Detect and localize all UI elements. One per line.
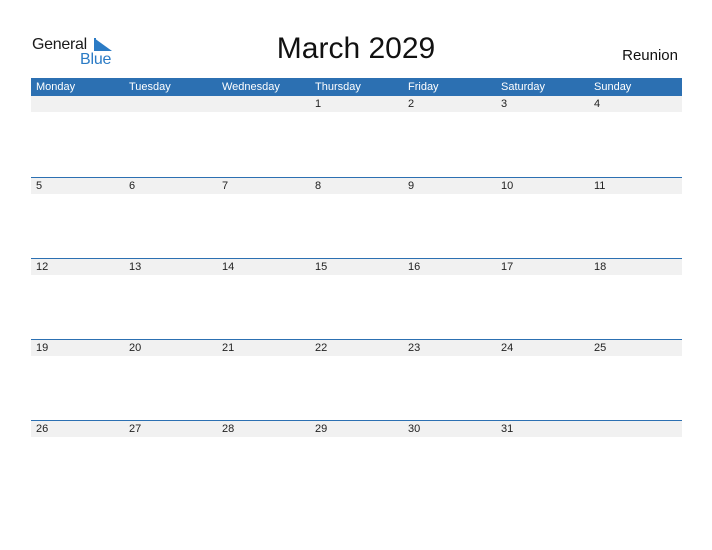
day-cell: 4 bbox=[594, 98, 601, 110]
day-cell: 22 bbox=[315, 342, 328, 354]
day-cell: 24 bbox=[501, 342, 514, 354]
day-cell: 8 bbox=[315, 180, 322, 192]
weekday-header: Monday Tuesday Wednesday Thursday Friday… bbox=[31, 78, 682, 96]
weekday-friday: Friday bbox=[408, 81, 439, 93]
country-label: Reunion bbox=[622, 47, 678, 64]
week-row: 5 6 7 8 9 10 11 bbox=[31, 177, 682, 258]
day-cell: 14 bbox=[222, 261, 235, 273]
day-cell: 29 bbox=[315, 423, 328, 435]
day-number-row: 26 27 28 29 30 31 bbox=[31, 421, 682, 437]
day-number-row: 12 13 14 15 16 17 18 bbox=[31, 259, 682, 275]
day-cell: 6 bbox=[129, 180, 136, 192]
day-cell bbox=[124, 96, 217, 112]
day-cell: 3 bbox=[501, 98, 508, 110]
week-row: 1 2 3 4 bbox=[31, 96, 682, 177]
day-cell: 13 bbox=[129, 261, 142, 273]
week-row: 12 13 14 15 16 17 18 bbox=[31, 258, 682, 339]
day-cell: 23 bbox=[408, 342, 421, 354]
day-cell: 30 bbox=[408, 423, 421, 435]
day-cell: 9 bbox=[408, 180, 415, 192]
day-cell: 15 bbox=[315, 261, 328, 273]
weekday-saturday: Saturday bbox=[501, 81, 546, 93]
day-number-row: 5 6 7 8 9 10 11 bbox=[31, 178, 682, 194]
calendar-grid: Monday Tuesday Wednesday Thursday Friday… bbox=[31, 78, 682, 501]
day-cell: 26 bbox=[36, 423, 49, 435]
week-row: 26 27 28 29 30 31 bbox=[31, 420, 682, 501]
weekday-thursday: Thursday bbox=[315, 81, 361, 93]
day-cell: 18 bbox=[594, 261, 607, 273]
day-number-row: 19 20 21 22 23 24 25 bbox=[31, 340, 682, 356]
day-cell: 17 bbox=[501, 261, 514, 273]
day-cell: 5 bbox=[36, 180, 43, 192]
day-cell: 2 bbox=[408, 98, 415, 110]
day-number-row: 1 2 3 4 bbox=[31, 96, 682, 112]
weekday-tuesday: Tuesday bbox=[129, 81, 171, 93]
weekday-wednesday: Wednesday bbox=[222, 81, 280, 93]
day-cell bbox=[589, 421, 682, 437]
day-cell bbox=[31, 96, 124, 112]
day-cell: 19 bbox=[36, 342, 49, 354]
day-cell: 25 bbox=[594, 342, 607, 354]
day-cell: 20 bbox=[129, 342, 142, 354]
weekday-monday: Monday bbox=[36, 81, 76, 93]
day-cell: 21 bbox=[222, 342, 235, 354]
day-cell: 27 bbox=[129, 423, 142, 435]
day-cell: 7 bbox=[222, 180, 229, 192]
day-cell: 10 bbox=[501, 180, 514, 192]
weekday-sunday: Sunday bbox=[594, 81, 632, 93]
day-cell: 16 bbox=[408, 261, 421, 273]
day-cell: 31 bbox=[501, 423, 514, 435]
week-row: 19 20 21 22 23 24 25 bbox=[31, 339, 682, 420]
day-cell bbox=[217, 96, 310, 112]
day-cell: 11 bbox=[594, 180, 606, 192]
day-cell: 28 bbox=[222, 423, 235, 435]
day-cell: 12 bbox=[36, 261, 49, 273]
page-title: March 2029 bbox=[276, 32, 436, 65]
day-cell: 1 bbox=[315, 98, 322, 110]
